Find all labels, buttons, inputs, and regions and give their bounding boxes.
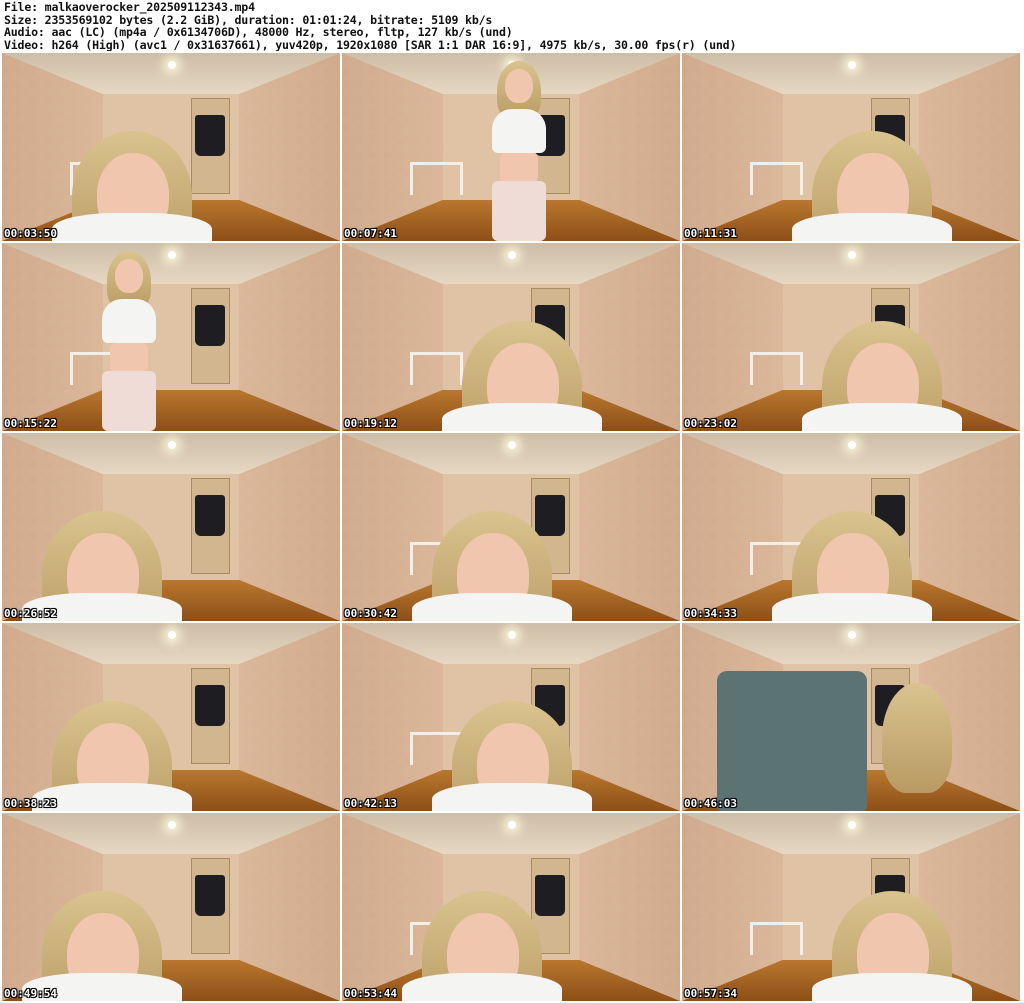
video-thumbnail[interactable]: 00:19:12	[342, 243, 680, 431]
thumbnail-timestamp: 00:38:23	[4, 797, 57, 810]
video-thumbnail[interactable]: 00:38:23	[2, 623, 340, 811]
thumbnail-timestamp: 00:23:02	[684, 417, 737, 430]
thumbnail-grid: 00:03:50 00:07:41 00:11:31 00:15:22 00:19:12…	[2, 53, 1022, 1003]
video-thumbnail[interactable]: 00:03:50	[2, 53, 340, 241]
size-duration-line: Size: 2353569102 bytes (2.2 GiB), durati…	[4, 13, 493, 27]
thumbnail-timestamp: 00:19:12	[344, 417, 397, 430]
video-thumbnail[interactable]: 00:07:41	[342, 53, 680, 241]
thumbnail-timestamp: 00:57:34	[684, 987, 737, 1000]
video-info-line: Video: h264 (High) (avc1 / 0x31637661), …	[4, 38, 737, 52]
video-thumbnail[interactable]: 00:46:03	[682, 623, 1020, 811]
thumbnail-timestamp: 00:03:50	[4, 227, 57, 240]
audio-info-line: Audio: aac (LC) (mp4a / 0x6134706D), 480…	[4, 26, 513, 39]
video-thumbnail[interactable]: 00:42:13	[342, 623, 680, 811]
thumbnail-timestamp: 00:15:22	[4, 417, 57, 430]
video-thumbnail[interactable]: 00:53:44	[342, 813, 680, 1001]
file-info-header: File: malkaoverocker_202509112343.mp4 Si…	[4, 1, 1020, 51]
thumbnail-timestamp: 00:26:52	[4, 607, 57, 620]
thumbnail-timestamp: 00:42:13	[344, 797, 397, 810]
video-thumbnail[interactable]: 00:26:52	[2, 433, 340, 621]
thumbnail-timestamp: 00:11:31	[684, 227, 737, 240]
video-thumbnail[interactable]: 00:34:33	[682, 433, 1020, 621]
video-thumbnail[interactable]: 00:15:22	[2, 243, 340, 431]
video-thumbnail[interactable]: 00:11:31	[682, 53, 1020, 241]
thumbnail-timestamp: 00:46:03	[684, 797, 737, 810]
thumbnail-timestamp: 00:07:41	[344, 227, 397, 240]
thumbnail-timestamp: 00:34:33	[684, 607, 737, 620]
room-scene	[2, 243, 340, 431]
video-thumbnail[interactable]: 00:49:54	[2, 813, 340, 1001]
thumbnail-timestamp: 00:30:42	[344, 607, 397, 620]
video-thumbnail[interactable]: 00:57:34	[682, 813, 1020, 1001]
video-thumbnail[interactable]: 00:30:42	[342, 433, 680, 621]
thumbnail-timestamp: 00:53:44	[344, 987, 397, 1000]
file-name-line: File: malkaoverocker_202509112343.mp4	[4, 1, 255, 14]
video-thumbnail[interactable]: 00:23:02	[682, 243, 1020, 431]
thumbnail-timestamp: 00:49:54	[4, 987, 57, 1000]
